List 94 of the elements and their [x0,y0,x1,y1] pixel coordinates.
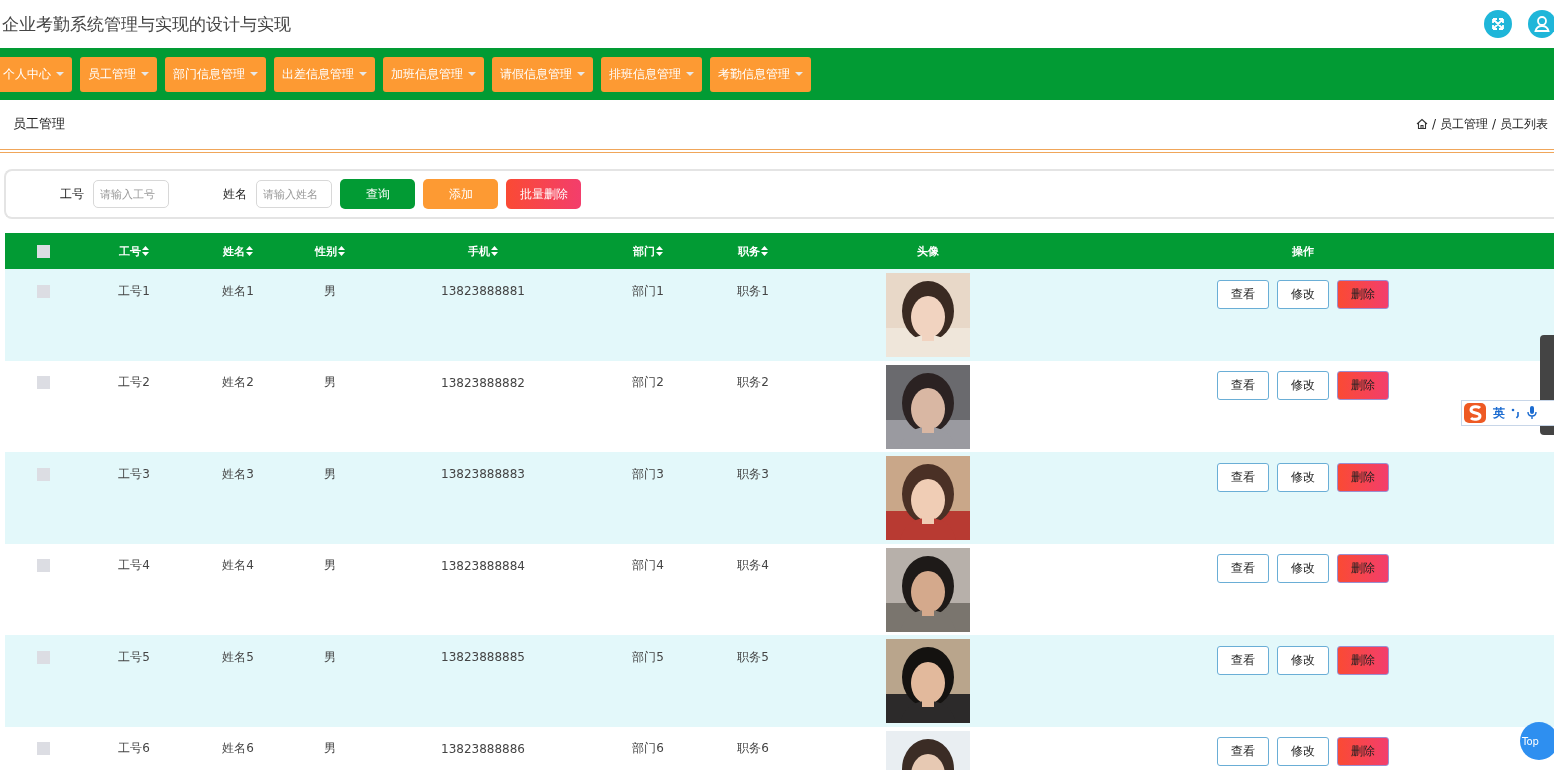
table-cell: 姓名2 [222,374,254,391]
table-cell: 部门1 [632,282,664,300]
punctuation-icon[interactable] [1511,407,1521,419]
delete-button[interactable]: 批量删除 [506,179,581,209]
sort-icon[interactable] [761,246,768,256]
user-icon[interactable] [1528,10,1554,38]
sort-icon[interactable] [491,246,498,256]
select-all-checkbox[interactable] [36,244,50,258]
column-header[interactable]: 操作 [1291,243,1314,259]
input-method-icon[interactable] [1463,402,1487,424]
search-field[interactable]: 请输入工号 [93,180,169,208]
breadcrumb-separator: / [1491,117,1496,131]
microphone-icon[interactable] [1527,406,1537,420]
table-cell: 职务1 [737,282,769,300]
delete-button[interactable]: 删除 [1336,645,1389,675]
edit-button[interactable]: 修改 [1276,554,1329,583]
breadcrumb-link[interactable]: 员工管理 [1439,115,1488,133]
column-header[interactable]: 头像 [917,243,939,259]
view-button[interactable]: 查看 [1216,645,1269,675]
view-button[interactable]: 查看 [1216,371,1269,400]
table-cell: 职务4 [737,557,769,574]
row-checkbox[interactable] [36,467,50,481]
table-cell: 部门6 [632,740,664,757]
table-cell: 姓名3 [222,465,254,483]
delete-button[interactable]: 删除 [1336,279,1389,309]
row-checkbox[interactable] [36,742,50,755]
column-header[interactable]: 部门 [633,243,655,259]
row-checkbox[interactable] [36,650,50,664]
table-cell: 13823888883 [441,467,525,481]
table-cell: 工号5 [118,648,150,666]
edit-button[interactable]: 修改 [1276,462,1329,492]
table-cell: 13823888882 [441,375,525,390]
sort-icon[interactable] [338,246,345,256]
table-cell: 工号2 [118,374,150,391]
table-cell: 部门5 [632,648,664,666]
page-title: 员工管理 [13,115,65,133]
table-cell: 部门3 [632,465,664,483]
fullscreen-icon[interactable] [1484,10,1512,38]
view-button[interactable]: 查看 [1216,554,1269,583]
edit-button[interactable]: 修改 [1276,371,1329,400]
table-cell: 男 [324,465,336,483]
table-cell: 13823888881 [441,284,525,298]
table-cell: 姓名1 [222,282,254,300]
view-button[interactable]: 查看 [1216,279,1269,309]
search-field[interactable]: 请输入姓名 [256,180,332,208]
column-header[interactable]: 手机 [468,243,490,259]
table-cell: 姓名6 [222,740,254,757]
home-icon[interactable] [1415,118,1428,130]
column-header[interactable]: 工号 [119,243,141,259]
table-cell: 部门2 [632,374,664,391]
table-cell: 职务6 [737,740,769,757]
ime-mode-toggle[interactable]: 英 [1493,404,1505,422]
table-cell: 13823888884 [441,558,525,573]
breadcrumb-separator: / [1431,117,1436,131]
table-cell: 姓名5 [222,648,254,666]
table-cell: 男 [324,282,336,300]
table-cell: 工号3 [118,465,150,483]
site-title: 企业考勤系统管理与实现的设计与实现 [1,12,291,36]
column-header[interactable]: 职务 [738,243,760,259]
table-cell: 工号4 [118,557,150,574]
edit-button[interactable]: 修改 [1276,645,1329,675]
table-cell: 职务2 [737,374,769,391]
row-checkbox[interactable] [36,559,50,572]
table-cell: 姓名4 [222,557,254,574]
table-cell: 职务5 [737,648,769,666]
sort-icon[interactable] [656,246,663,256]
delete-button[interactable]: 删除 [1336,737,1389,766]
breadcrumb-current: 员工列表 [1500,115,1548,133]
delete-button[interactable]: 删除 [1336,554,1389,583]
table-cell: 男 [324,374,336,391]
query-button[interactable]: 查询 [340,179,415,209]
table-cell: 13823888885 [441,650,525,664]
column-header[interactable]: 性别 [315,243,337,259]
view-button[interactable]: 查看 [1216,462,1269,492]
table-cell: 男 [324,648,336,666]
row-checkbox[interactable] [36,376,50,389]
delete-button[interactable]: 删除 [1336,371,1389,400]
edit-button[interactable]: 修改 [1276,737,1329,766]
field-label: 姓名 [223,185,247,203]
row-checkbox[interactable] [36,284,50,298]
table-cell: 工号6 [118,740,150,757]
table-cell: 13823888886 [441,741,525,756]
table-cell: 部门4 [632,557,664,574]
sort-icon[interactable] [246,246,253,256]
table-cell: 职务3 [737,465,769,483]
field-label: 工号 [60,185,84,203]
table-cell: 男 [324,557,336,574]
table-cell: 男 [324,740,336,757]
delete-button[interactable]: 删除 [1336,462,1389,492]
edit-button[interactable]: 修改 [1276,279,1329,309]
view-button[interactable]: 查看 [1216,737,1269,766]
table-cell: 工号1 [118,282,150,300]
column-header[interactable]: 姓名 [223,243,245,259]
sort-icon[interactable] [142,246,149,256]
